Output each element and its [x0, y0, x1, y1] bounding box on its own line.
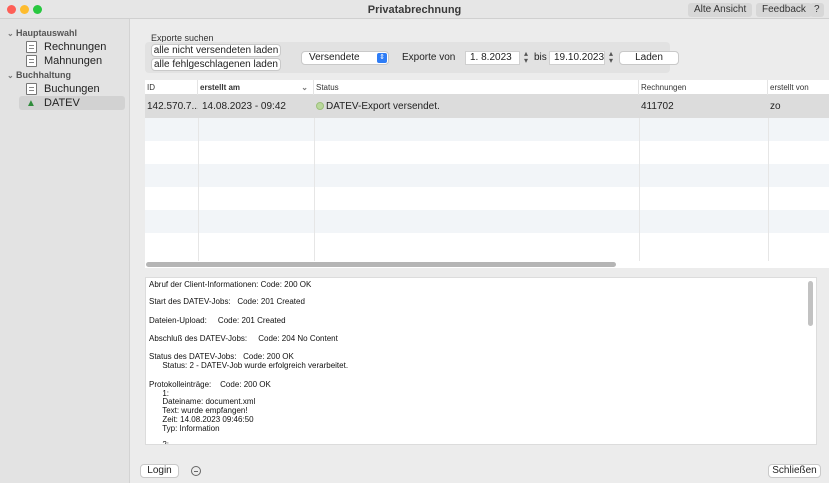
log-line: Status: 2 - DATEV-Job wurde erfolgreich …	[149, 361, 349, 370]
sidebar-item-label: Buchungen	[44, 83, 100, 95]
column-header-created[interactable]: erstellt am ⌄	[198, 80, 314, 95]
column-divider	[639, 118, 640, 261]
cell-created-by: zo	[770, 101, 781, 112]
horizontal-scrollbar[interactable]	[146, 262, 616, 267]
chevron-down-icon: ⌄	[7, 71, 14, 80]
exports-table: ID erstellt am ⌄ Status Rechnungen erste…	[145, 80, 829, 268]
login-button[interactable]: Login	[140, 464, 179, 478]
column-divider	[768, 118, 769, 261]
sidebar-item-label: Rechnungen	[44, 41, 107, 53]
ledger-icon	[26, 83, 37, 95]
log-line: Text: wurde empfangen!	[149, 406, 248, 415]
load-failed-button[interactable]: alle fehlgeschlagenen laden	[151, 58, 281, 71]
title-bar: Privatabrechnung Alte Ansicht Feedback ?	[0, 0, 829, 19]
chevron-down-icon: ⌄	[7, 29, 14, 38]
log-line: 2:	[149, 440, 170, 445]
sort-chevron-icon: ⌄	[301, 83, 308, 92]
sidebar-section-hauptauswahl[interactable]: ⌄ Hauptauswahl	[7, 28, 77, 38]
load-button[interactable]: Laden	[619, 51, 679, 65]
alt-view-button[interactable]: Alte Ansicht	[688, 3, 753, 17]
main-content: Exporte suchen alle nicht versendeten la…	[131, 19, 829, 483]
vertical-scrollbar[interactable]	[808, 281, 813, 326]
date-from-stepper[interactable]: ▴ ▾	[522, 50, 530, 65]
table-row-empty	[145, 210, 829, 233]
help-button[interactable]: ?	[810, 3, 824, 17]
date-to-stepper[interactable]: ▴ ▾	[607, 50, 615, 65]
export-filter-select[interactable]: Versendete ⇕	[301, 51, 389, 65]
document-icon	[26, 41, 37, 53]
table-header: ID erstellt am ⌄ Status Rechnungen erste…	[145, 80, 829, 95]
table-row-empty	[145, 118, 829, 141]
column-header-id[interactable]: ID	[145, 80, 198, 95]
log-line: Dateiname: document.xml	[149, 397, 256, 406]
sidebar: ⌄ Hauptauswahl Rechnungen Mahnungen ⌄ Buch…	[0, 19, 130, 483]
date-from-field[interactable]: 1. 8.2023	[465, 51, 520, 65]
sidebar-item-mahnungen[interactable]: Mahnungen	[22, 54, 126, 68]
app-window: Privatabrechnung Alte Ansicht Feedback ?…	[0, 0, 829, 483]
column-divider	[314, 118, 315, 261]
column-header-invoices[interactable]: Rechnungen	[639, 80, 768, 95]
search-toolbar: alle nicht versendeten laden alle fehlge…	[145, 42, 679, 73]
to-label: bis	[534, 52, 547, 63]
table-row[interactable]: 142.570.7... 14.08.2023 - 09:42 DATEV-Ex…	[145, 95, 829, 118]
sidebar-item-label: Mahnungen	[44, 55, 103, 67]
sidebar-item-rechnungen[interactable]: Rechnungen	[22, 40, 126, 54]
sidebar-item-datev[interactable]: ▲ DATEV	[19, 96, 125, 110]
sidebar-section-buchhaltung[interactable]: ⌄ Buchhaltung	[7, 70, 71, 80]
minus-circle-icon[interactable]	[191, 466, 201, 476]
log-line: Protokolleinträge: Code: 200 OK	[149, 380, 271, 389]
sidebar-item-label: DATEV	[44, 97, 80, 109]
log-line: Typ: Information	[149, 424, 220, 433]
log-line: Abschluß des DATEV-Jobs: Code: 204 No Co…	[149, 334, 338, 343]
table-row-empty	[145, 164, 829, 187]
close-button[interactable]: Schließen	[768, 464, 821, 478]
log-line: Start des DATEV-Jobs: Code: 201 Created	[149, 297, 305, 306]
cell-created: 14.08.2023 - 09:42	[202, 101, 286, 112]
column-header-status[interactable]: Status	[314, 80, 639, 95]
status-indicator-icon	[316, 102, 324, 110]
log-line: Dateien-Upload: Code: 201 Created	[149, 316, 286, 325]
table-row-empty	[145, 233, 829, 256]
cell-status: DATEV-Export versendet.	[314, 95, 639, 118]
log-line: Abruf der Client-Informationen: Code: 20…	[149, 280, 312, 289]
sidebar-item-buchungen[interactable]: Buchungen	[22, 82, 126, 96]
log-line: Status des DATEV-Jobs: Code: 200 OK	[149, 352, 294, 361]
table-row-empty	[145, 141, 829, 164]
datev-icon: ▲	[26, 97, 36, 109]
exports-from-label: Exporte von	[402, 52, 456, 63]
cell-invoices: 411702	[641, 101, 674, 112]
cell-id: 142.570.7...	[147, 101, 198, 112]
column-header-created-by[interactable]: erstellt von	[768, 80, 829, 95]
date-to-field[interactable]: 19.10.2023	[549, 51, 605, 65]
load-unsent-button[interactable]: alle nicht versendeten laden	[151, 44, 281, 57]
log-output[interactable]: Abruf der Client-Informationen: Code: 20…	[145, 277, 817, 445]
reminder-icon	[26, 55, 37, 67]
feedback-button[interactable]: Feedback	[756, 3, 812, 17]
log-line: Zeit: 14.08.2023 09:46:50	[149, 415, 254, 424]
table-row-empty	[145, 187, 829, 210]
chevron-updown-icon: ⇕	[377, 53, 387, 63]
column-divider	[198, 118, 199, 261]
